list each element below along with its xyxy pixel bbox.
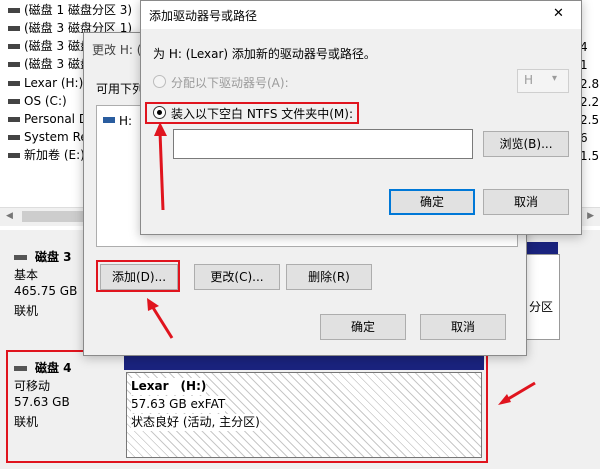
volume-capacity-fragment: 1.5 xyxy=(580,149,600,163)
drive-icon xyxy=(8,8,20,13)
drive-icon xyxy=(103,117,115,123)
close-icon[interactable]: ✕ xyxy=(553,6,564,21)
change-button[interactable]: 更改(C)... xyxy=(194,264,280,290)
add-arrow-icon xyxy=(147,298,174,339)
volume-row[interactable]: System Re xyxy=(8,129,88,146)
scroll-right-icon[interactable]: ▶ xyxy=(587,211,594,221)
disk4-highlight-box xyxy=(6,350,488,463)
drive-icon xyxy=(8,153,20,158)
list-item[interactable]: H: xyxy=(103,114,132,128)
volume-capacity-fragment: 2.5 xyxy=(580,113,600,127)
volume-row[interactable]: Personal D xyxy=(8,111,88,128)
drive-letter-select[interactable]: H ▾ xyxy=(517,69,569,93)
drive-icon xyxy=(8,81,20,86)
cancel-button[interactable]: 取消 xyxy=(483,189,569,215)
drive-icon xyxy=(8,99,20,104)
assign-letter-radio[interactable]: 分配以下驱动器号(A): xyxy=(153,74,289,91)
delete-button[interactable]: 删除(R) xyxy=(286,264,372,290)
disk3-type: 基本 xyxy=(14,268,39,282)
disk3-title: 磁盘 3 xyxy=(14,248,72,265)
list-label: 可用下列 xyxy=(96,82,145,96)
ok-button[interactable]: 确定 xyxy=(389,189,475,215)
folder-path-input[interactable] xyxy=(173,129,473,159)
radio-circle-icon xyxy=(153,75,166,88)
volume-row[interactable]: OS (C:) xyxy=(8,93,67,110)
browse-button[interactable]: 浏览(B)... xyxy=(483,131,569,157)
drive-icon xyxy=(8,26,20,31)
scroll-left-icon[interactable]: ◀ xyxy=(6,211,13,221)
dialog-title: 添加驱动器号或路径 xyxy=(149,9,258,23)
disk3-size: 465.75 GB xyxy=(14,284,78,298)
volume-capacity-fragment: 2.2 xyxy=(580,95,600,109)
volume-row[interactable]: 新加卷 (E:) xyxy=(8,147,85,164)
chevron-down-icon: ▾ xyxy=(552,73,558,84)
add-button-highlight-box xyxy=(96,260,180,292)
disk4-arrow-icon xyxy=(498,381,536,405)
dialog-description: 为 H: (Lexar) 添加新的驱动器号或路径。 xyxy=(153,47,376,61)
title-bar: 添加驱动器号或路径 ✕ xyxy=(141,1,581,29)
drive-icon xyxy=(8,135,20,140)
drive-icon xyxy=(8,117,20,122)
volume-row[interactable]: (磁盘 1 磁盘分区 3) xyxy=(8,2,132,19)
drive-icon xyxy=(8,44,20,49)
mount-folder-highlight-box xyxy=(145,102,359,124)
cancel-button[interactable]: 取消 xyxy=(420,314,506,340)
disk-icon xyxy=(14,255,27,260)
volume-capacity-fragment: 2.8 xyxy=(580,77,600,91)
mount-arrow-icon xyxy=(154,122,167,211)
volume-row[interactable]: Lexar (H:) xyxy=(8,75,83,92)
drive-icon xyxy=(8,62,20,67)
add-drive-letter-dialog: 添加驱动器号或路径 ✕ 为 H: (Lexar) 添加新的驱动器号或路径。 分配… xyxy=(140,0,582,235)
ok-button[interactable]: 确定 xyxy=(320,314,406,340)
disk3-status: 联机 xyxy=(14,304,39,318)
